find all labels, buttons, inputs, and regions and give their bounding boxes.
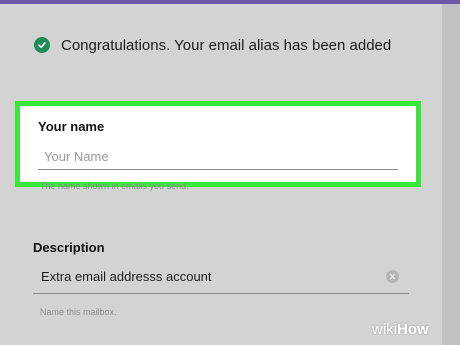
- watermark-suffix: How: [397, 321, 429, 338]
- name-field-highlight: Your name: [15, 101, 421, 187]
- check-circle-icon: [34, 37, 50, 53]
- watermark-prefix: wiki: [372, 321, 397, 338]
- description-value: Extra email addresss account: [41, 269, 212, 284]
- success-notification: Congratulations. Your email alias has be…: [34, 34, 391, 56]
- name-hint: The name shown in emails you send.: [40, 181, 189, 191]
- clear-icon[interactable]: [386, 270, 399, 283]
- description-hint: Name this mailbox.: [40, 307, 117, 317]
- description-input[interactable]: Extra email addresss account: [33, 263, 409, 294]
- description-label: Description: [33, 240, 105, 255]
- scrollbar-track[interactable]: [442, 4, 460, 345]
- name-label: Your name: [38, 119, 105, 134]
- name-input[interactable]: [38, 144, 398, 170]
- wikihow-watermark: wikiHow: [372, 321, 429, 338]
- success-message: Congratulations. Your email alias has be…: [61, 36, 392, 54]
